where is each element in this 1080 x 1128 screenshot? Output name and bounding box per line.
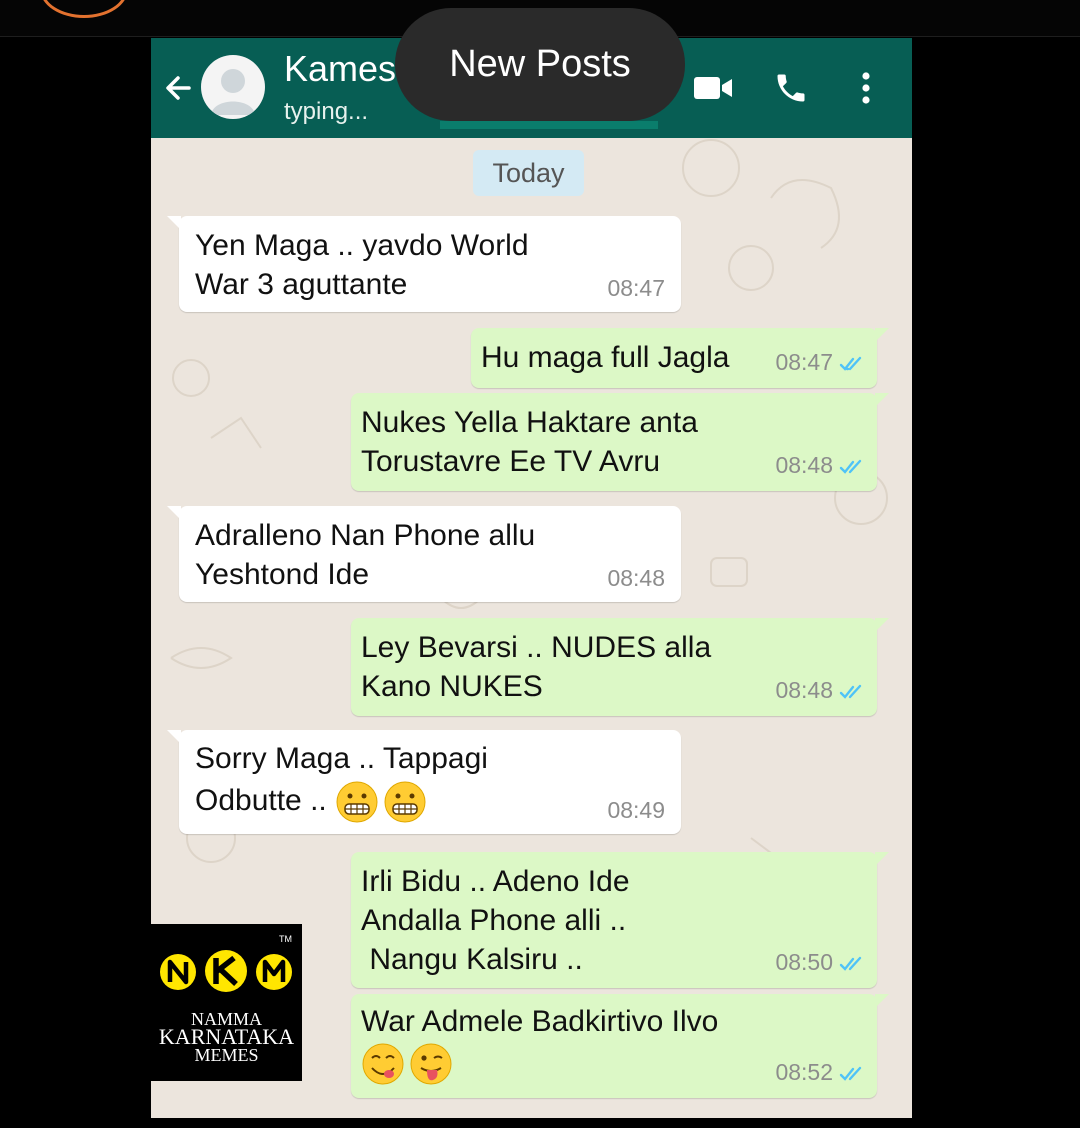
message-incoming[interactable]: Yen Maga .. yavdo World War 3 aguttante …: [167, 216, 681, 312]
new-posts-accent-bar: [440, 121, 658, 129]
message-text: War Admele Badkirtivo Ilvo: [361, 1005, 719, 1038]
trademark-mark: TM: [279, 934, 292, 944]
message-text: Nukes Yella Haktare anta Torustavre Ee T…: [361, 406, 698, 478]
face-savoring-food-emoji-icon: [362, 1043, 404, 1085]
message-incoming[interactable]: Adralleno Nan Phone allu Yeshtond Ide 08…: [167, 506, 681, 602]
message-time: 08:52: [775, 1059, 833, 1085]
more-options-button[interactable]: [851, 66, 881, 110]
double-check-icon: [839, 956, 862, 971]
double-check-icon: [839, 356, 862, 371]
profile-ring-icon: [40, 0, 128, 18]
message-text: Yen Maga .. yavdo World War 3 aguttante: [195, 229, 529, 301]
nkm-watermark-logo: TM NAMMA KARNATAKA MEMES: [151, 924, 302, 1081]
avatar[interactable]: [201, 55, 265, 119]
message-outgoing[interactable]: Hu maga full Jagla 08:47: [471, 328, 889, 388]
message-text: Hu maga full Jagla: [481, 341, 730, 374]
message-time: 08:48: [607, 565, 665, 591]
message-outgoing[interactable]: War Admele Badkirtivo Ilvo 08:52: [351, 994, 889, 1098]
nkm-logo-icon: [160, 950, 292, 992]
double-check-icon: [839, 684, 862, 699]
message-text: Adralleno Nan Phone allu Yeshtond Ide: [195, 519, 536, 591]
message-outgoing[interactable]: Irli Bidu .. Adeno Ide Andalla Phone all…: [351, 852, 889, 988]
new-posts-pill[interactable]: New Posts: [395, 8, 685, 121]
message-text: Ley Bevarsi .. NUDES alla Kano NUKES: [361, 631, 712, 703]
message-incoming[interactable]: Sorry Maga .. Tappagi Odbutte .. 08:49: [167, 730, 681, 834]
face-with-tongue-emoji-icon: [410, 1043, 452, 1085]
message-outgoing[interactable]: Nukes Yella Haktare anta Torustavre Ee T…: [351, 393, 889, 491]
grimacing-face-emoji-icon: [336, 781, 378, 823]
typing-status: typing...: [284, 98, 369, 125]
message-time: 08:50: [775, 949, 833, 975]
message-text-block: Sorry Maga .. Tappagi Odbutte ..: [195, 738, 488, 824]
message-outgoing[interactable]: Ley Bevarsi .. NUDES alla Kano NUKES 08:…: [351, 618, 889, 716]
message-time: 08:49: [607, 797, 665, 823]
video-camera-icon: [694, 77, 732, 99]
phone-icon: [777, 74, 805, 102]
message-time: 08:48: [775, 452, 833, 478]
logo-line-memes: MEMES: [194, 1045, 259, 1065]
double-check-icon: [839, 459, 862, 474]
grimacing-face-emoji-icon: [384, 781, 426, 823]
double-check-icon: [839, 1066, 862, 1081]
arrow-left-icon[interactable]: [163, 68, 195, 108]
video-call-button[interactable]: [691, 66, 735, 110]
voice-call-button[interactable]: [769, 66, 813, 110]
message-text-block: War Admele Badkirtivo Ilvo: [361, 1002, 718, 1086]
default-avatar-icon: [211, 69, 255, 115]
message-text: Irli Bidu .. Adeno Ide Andalla Phone all…: [361, 865, 630, 976]
whatsapp-screenshot: Kames typing... Today Yen Maga .. yavdo …: [151, 38, 912, 1118]
date-divider: Today: [473, 150, 584, 196]
message-time: 08:47: [607, 275, 665, 301]
message-time: 08:48: [775, 677, 833, 703]
more-vert-icon: [862, 72, 870, 104]
message-time: 08:47: [775, 349, 833, 375]
contact-name[interactable]: Kames: [284, 48, 396, 90]
